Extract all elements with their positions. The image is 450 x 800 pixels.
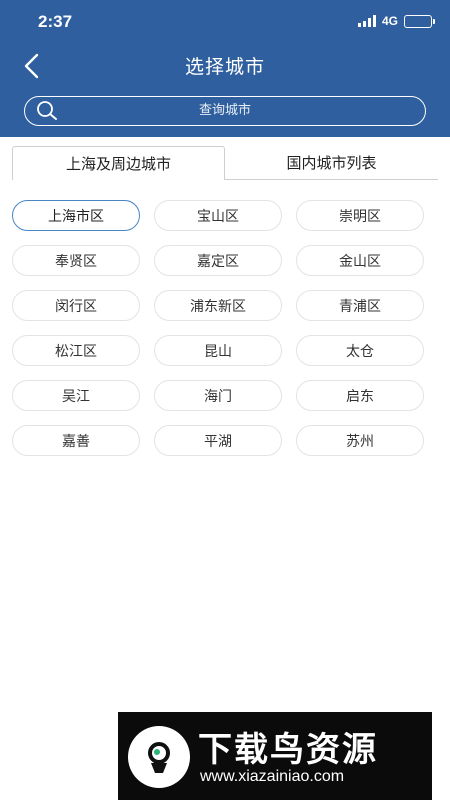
city-button[interactable]: 上海市区 [12, 200, 140, 231]
tab-shanghai-nearby[interactable]: 上海及周边城市 [12, 146, 225, 180]
status-bar: 2:37 4G [0, 0, 450, 44]
tab-bar: 上海及周边城市 国内城市列表 [12, 146, 438, 180]
signal-icon [357, 15, 376, 27]
city-button[interactable]: 闵行区 [12, 290, 140, 321]
city-button[interactable]: 浦东新区 [154, 290, 282, 321]
city-button[interactable]: 松江区 [12, 335, 140, 366]
status-time: 2:37 [38, 12, 73, 31]
city-button[interactable]: 奉贤区 [12, 245, 140, 276]
battery-icon [404, 14, 435, 28]
page-title: 选择城市 [184, 56, 265, 78]
city-button[interactable]: 青浦区 [296, 290, 424, 321]
city-button[interactable]: 苏州 [296, 425, 424, 456]
city-button[interactable]: 崇明区 [296, 200, 424, 231]
city-button[interactable]: 海门 [154, 380, 282, 411]
search-input[interactable] [65, 97, 385, 124]
city-button[interactable]: 太仓 [296, 335, 424, 366]
watermark-banner: 下载鸟资源 www.xiazainiao.com [118, 712, 432, 800]
logo-icon [128, 726, 190, 788]
city-button[interactable]: 平湖 [154, 425, 282, 456]
tab-domestic-cities[interactable]: 国内城市列表 [225, 146, 438, 180]
watermark-title: 下载鸟资源 [198, 730, 378, 770]
city-button[interactable]: 启东 [296, 380, 424, 411]
watermark-url: www.xiazainiao.com [200, 768, 345, 785]
city-button[interactable]: 嘉定区 [154, 245, 282, 276]
city-button[interactable]: 宝山区 [154, 200, 282, 231]
city-grid: 上海市区 宝山区 崇明区 奉贤区 嘉定区 金山区 闵行区 浦东新区 青浦区 松江… [12, 200, 426, 456]
city-button[interactable]: 吴江 [12, 380, 140, 411]
search-box[interactable] [24, 96, 426, 126]
city-button[interactable]: 嘉善 [12, 425, 140, 456]
search-icon [37, 101, 57, 120]
nav-bar: 选择城市 [0, 44, 450, 88]
status-indicators: 4G [357, 14, 435, 28]
header: 2:37 4G 选择城市 [0, 0, 450, 137]
city-button[interactable]: 昆山 [154, 335, 282, 366]
city-button[interactable]: 金山区 [296, 245, 424, 276]
network-type: 4G [381, 14, 398, 28]
